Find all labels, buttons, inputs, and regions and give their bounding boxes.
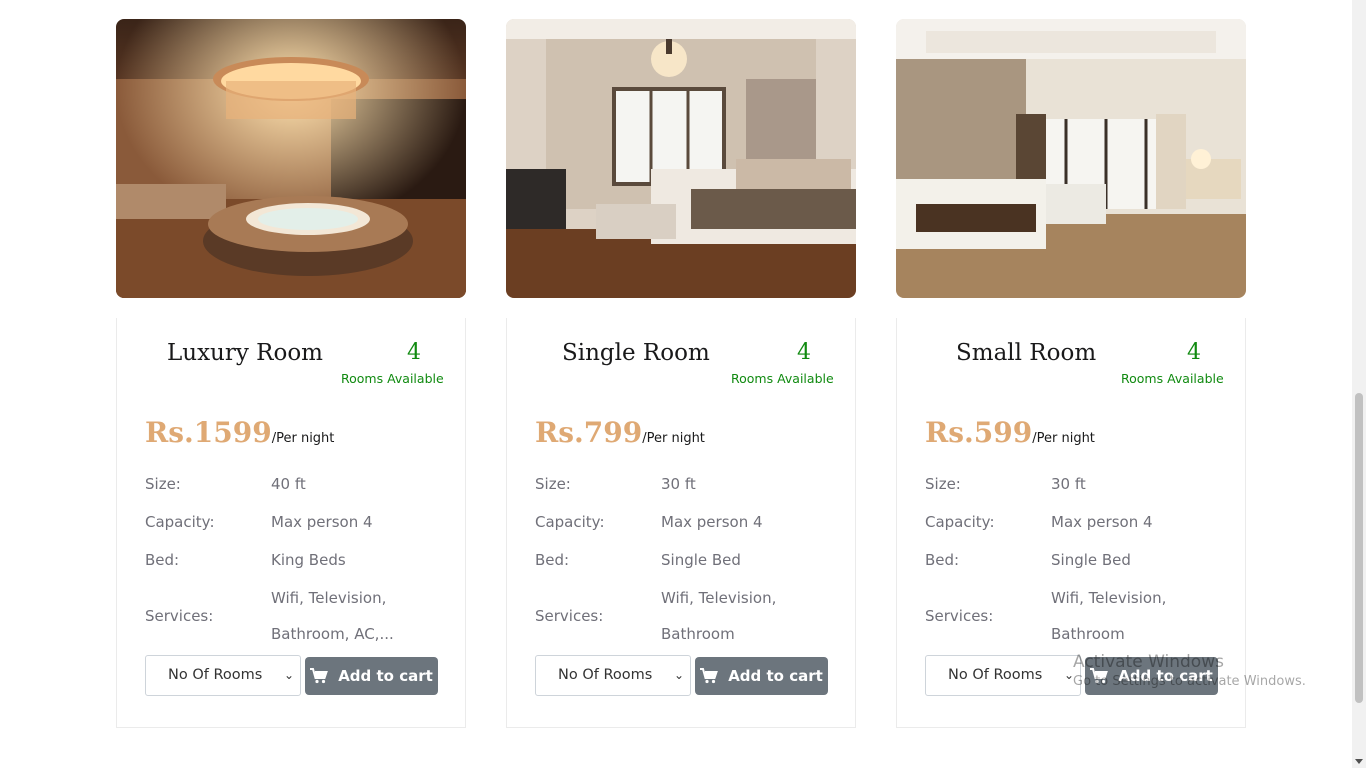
- size-label: Size:: [145, 475, 181, 493]
- select-placeholder: No Of Rooms: [558, 667, 653, 683]
- size-label: Size:: [925, 475, 961, 493]
- services-value-line2: Bathroom: [661, 625, 735, 643]
- services-label: Services:: [145, 607, 214, 625]
- room-card-single: Single Room 4 Rooms Available Rs.799/Per…: [506, 318, 856, 728]
- shopping-cart-icon: [310, 668, 329, 684]
- price-amount: Rs.599: [925, 416, 1033, 449]
- services-label: Services:: [535, 607, 604, 625]
- bed-value: Single Bed: [661, 551, 741, 569]
- services-value-line1: Wifi, Television,: [271, 589, 387, 607]
- services-value-line2: Bathroom: [1051, 625, 1125, 643]
- windows-activation-watermark: Activate Windows Go to Settings to activ…: [1073, 652, 1306, 689]
- price-amount: Rs.799: [535, 416, 643, 449]
- rooms-available-count: 4: [1187, 340, 1201, 365]
- select-placeholder: No Of Rooms: [948, 667, 1043, 683]
- bed-label: Bed:: [535, 551, 570, 569]
- room-image-single: [506, 19, 856, 298]
- capacity-value: Max person 4: [661, 513, 763, 531]
- add-to-cart-button[interactable]: Add to cart: [305, 657, 438, 695]
- select-placeholder: No Of Rooms: [168, 667, 263, 683]
- price-amount: Rs.1599: [145, 416, 272, 449]
- add-to-cart-label: Add to cart: [728, 667, 823, 685]
- room-title: Luxury Room: [167, 340, 323, 366]
- room-price: Rs.799/Per night: [535, 416, 705, 449]
- room-title: Single Room: [562, 340, 710, 366]
- chevron-down-icon: ⌄: [283, 668, 294, 682]
- room-image-small: [896, 19, 1246, 298]
- rooms-available-count: 4: [797, 340, 811, 365]
- watermark-subtitle: Go to Settings to activate Windows.: [1073, 674, 1306, 689]
- price-unit: /Per night: [1032, 431, 1095, 446]
- shopping-cart-icon: [700, 668, 719, 684]
- services-value-line1: Wifi, Television,: [661, 589, 777, 607]
- add-to-cart-label: Add to cart: [338, 667, 433, 685]
- rooms-available-label: Rooms Available: [731, 371, 834, 386]
- add-to-cart-button[interactable]: Add to cart: [695, 657, 828, 695]
- bed-label: Bed:: [925, 551, 960, 569]
- capacity-label: Capacity:: [145, 513, 215, 531]
- services-value-line1: Wifi, Television,: [1051, 589, 1167, 607]
- bed-value: King Beds: [271, 551, 346, 569]
- bed-label: Bed:: [145, 551, 180, 569]
- page-scrollbar[interactable]: [1352, 0, 1366, 768]
- size-label: Size:: [535, 475, 571, 493]
- rooms-quantity-select[interactable]: No Of Rooms ⌄: [925, 655, 1081, 696]
- capacity-value: Max person 4: [1051, 513, 1153, 531]
- capacity-value: Max person 4: [271, 513, 373, 531]
- room-price: Rs.1599/Per night: [145, 416, 334, 449]
- bed-value: Single Bed: [1051, 551, 1131, 569]
- rooms-available-label: Rooms Available: [341, 371, 444, 386]
- size-value: 40 ft: [271, 475, 306, 493]
- capacity-label: Capacity:: [535, 513, 605, 531]
- scroll-down-arrow-icon[interactable]: [1355, 759, 1363, 764]
- chevron-down-icon: ⌄: [673, 668, 684, 682]
- room-title: Small Room: [956, 340, 1097, 366]
- scrollbar-thumb[interactable]: [1355, 393, 1363, 703]
- capacity-label: Capacity:: [925, 513, 995, 531]
- rooms-available-label: Rooms Available: [1121, 371, 1224, 386]
- rooms-quantity-select[interactable]: No Of Rooms ⌄: [145, 655, 301, 696]
- rooms-available-count: 4: [407, 340, 421, 365]
- room-card-luxury: Luxury Room 4 Rooms Available Rs.1599/Pe…: [116, 318, 466, 728]
- room-image-luxury: [116, 19, 466, 298]
- price-unit: /Per night: [271, 431, 335, 446]
- rooms-quantity-select[interactable]: No Of Rooms ⌄: [535, 655, 691, 696]
- services-label: Services:: [925, 607, 994, 625]
- watermark-title: Activate Windows: [1073, 652, 1224, 672]
- price-unit: /Per night: [642, 431, 705, 446]
- size-value: 30 ft: [1051, 475, 1086, 493]
- size-value: 30 ft: [661, 475, 696, 493]
- room-price: Rs.599/Per night: [925, 416, 1095, 449]
- services-value-line2: Bathroom, AC,...: [271, 625, 394, 643]
